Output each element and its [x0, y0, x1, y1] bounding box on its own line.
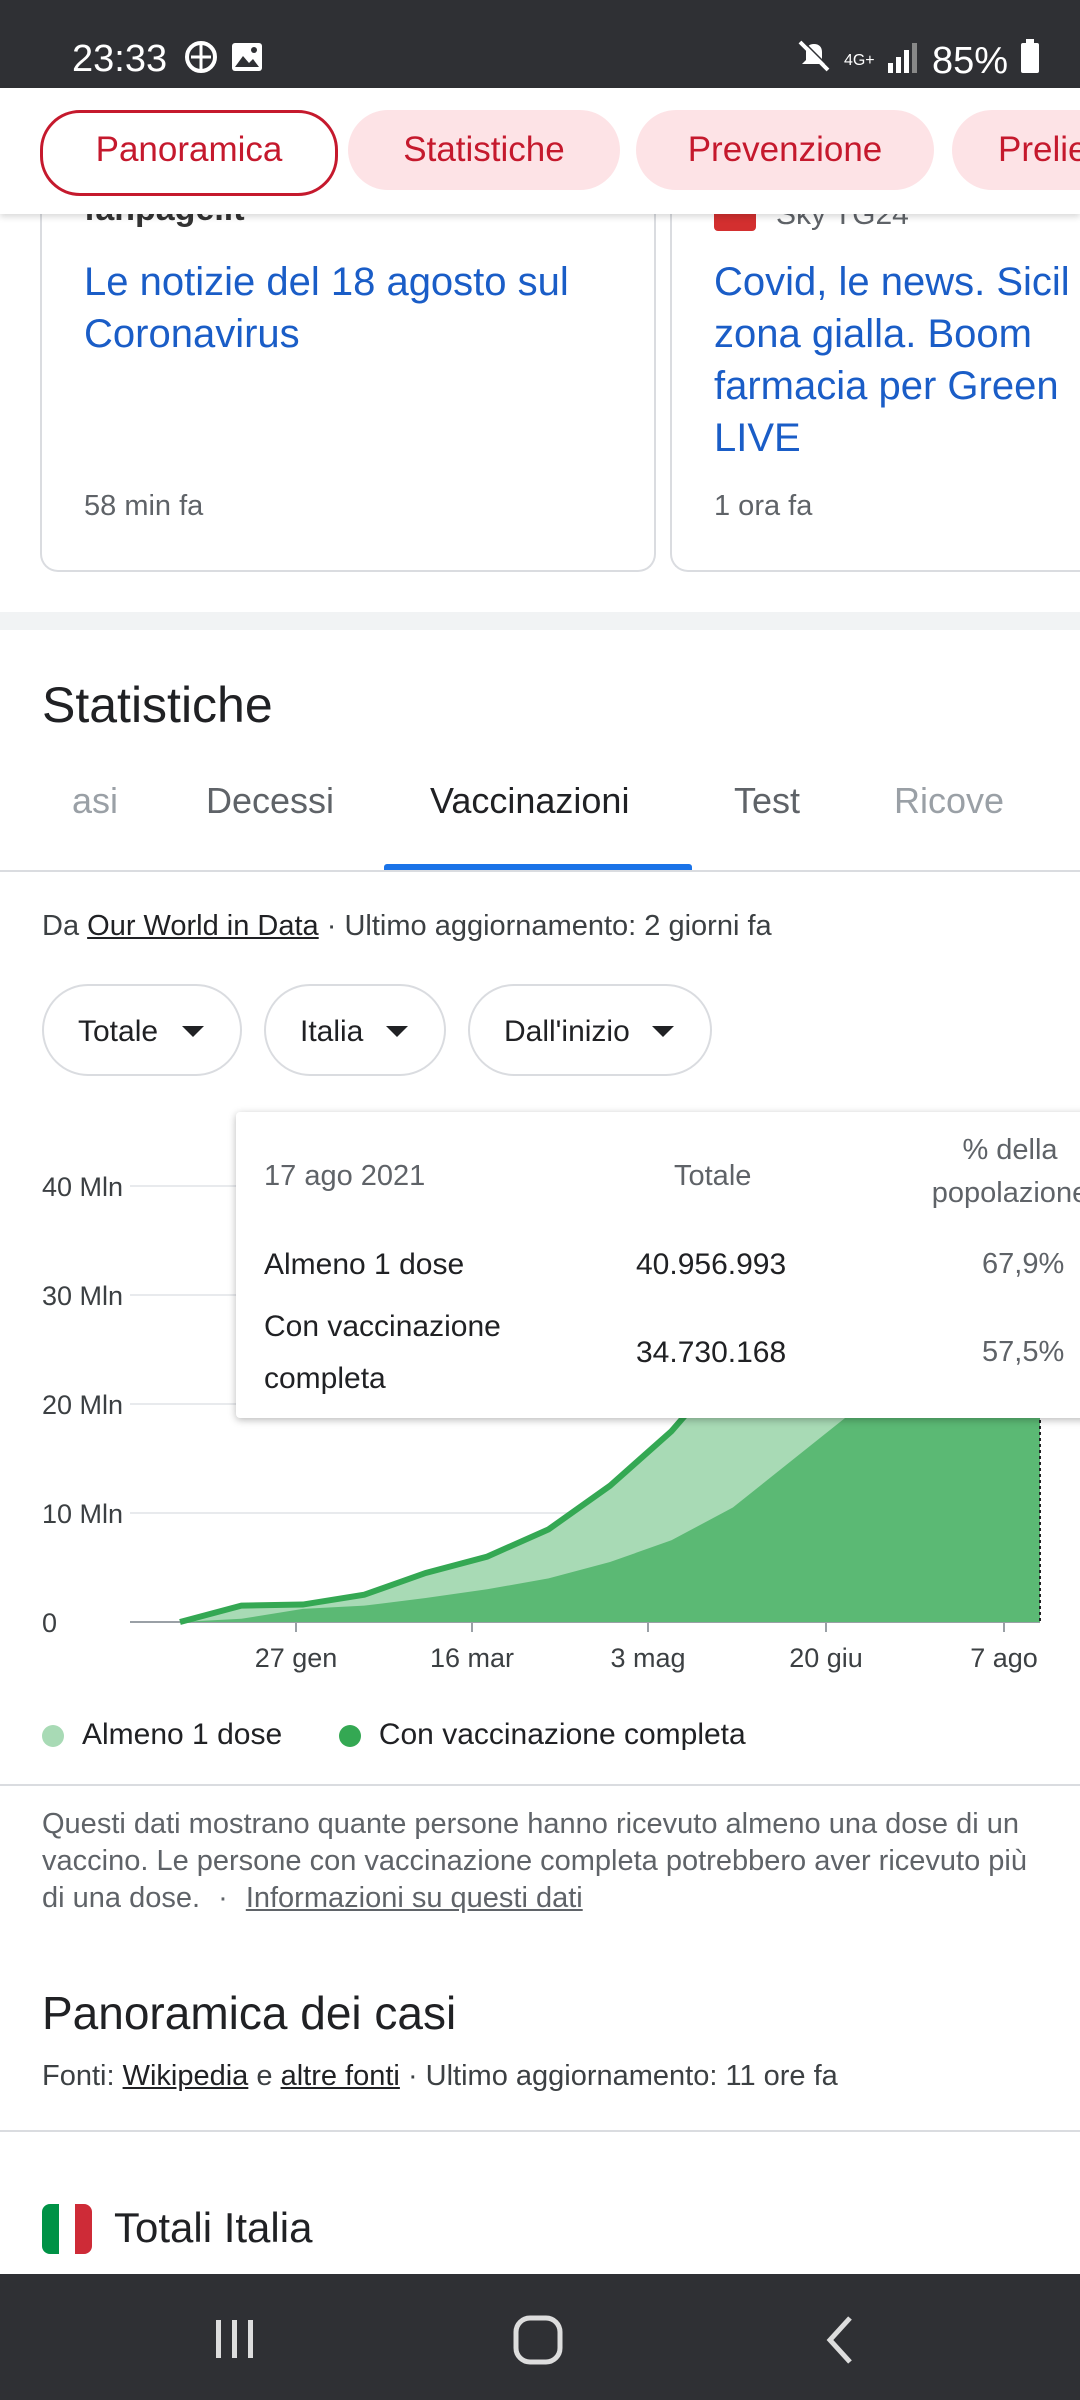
col-pct-line1: % della	[962, 1134, 1058, 1166]
tab-casi[interactable]: asi	[72, 780, 118, 822]
clock: 23:33	[72, 38, 168, 80]
divider	[0, 1784, 1080, 1786]
home-icon[interactable]	[512, 2314, 564, 2371]
chip-panoramica[interactable]: Panoramica	[40, 110, 338, 196]
tab-vaccinazioni[interactable]: Vaccinazioni	[430, 780, 629, 822]
chip-statistiche[interactable]: Statistiche	[348, 110, 620, 190]
row-label: Con vaccinazione	[264, 1310, 501, 1343]
tooltip-date: 17 ago 2021	[264, 1160, 426, 1192]
y-tick-label: 10 Mln	[42, 1499, 123, 1529]
back-icon[interactable]	[822, 2314, 856, 2371]
row-pct: 67,9%	[982, 1248, 1065, 1280]
stats-tabs: asi Decessi Vaccinazioni Test Ricove	[0, 760, 1080, 872]
wikipedia-link[interactable]: Wikipedia	[123, 2060, 249, 2092]
legend-first-dose: Almeno 1 dose	[82, 1718, 283, 1751]
other-sources-link[interactable]: altre fonti	[281, 2060, 400, 2092]
x-tick-label: 3 mag	[610, 1643, 685, 1673]
signal-icon	[886, 40, 920, 83]
chart-legend: Almeno 1 dose Con vaccinazione completa	[42, 1718, 746, 1752]
country-totals-title: Totali Italia	[114, 2204, 313, 2251]
battery-icon	[1020, 39, 1040, 83]
legend-dot-complete	[338, 1725, 361, 1748]
chip-prevenzione[interactable]: Prevenzione	[636, 110, 934, 190]
col-pct-line2: popolazione	[931, 1177, 1080, 1209]
cases-title: Panoramica dei casi	[42, 1987, 457, 2039]
tooltip-col-pct: % della popolazione	[890, 1134, 1080, 1219]
y-tick-label: 20 Mln	[42, 1390, 123, 1420]
dropdown-arrow-icon	[652, 1026, 674, 1037]
y-tick-label: 30 Mln	[42, 1281, 123, 1311]
tooltip-col-total: Totale	[674, 1160, 752, 1192]
recent-apps-icon[interactable]	[212, 2318, 258, 2365]
news-age: 58 min fa	[84, 490, 204, 522]
italy-flag-icon	[42, 2204, 92, 2254]
divider	[0, 2130, 1080, 2132]
x-tick-label: 20 giu	[789, 1643, 863, 1673]
active-tab-indicator	[384, 864, 692, 870]
dropdown-label: Italia	[300, 1015, 364, 1048]
row-label-cont: completa	[264, 1362, 386, 1395]
chip-prelievi[interactable]: Prelie	[952, 110, 1080, 190]
topic-chips: Panoramica Statistiche Prevenzione Preli…	[0, 88, 1080, 214]
x-tick-label: 16 mar	[430, 1643, 514, 1673]
x-tick-label: 7 ago	[970, 1643, 1038, 1673]
row-total: 40.956.993	[636, 1248, 787, 1281]
section-divider	[0, 612, 1080, 630]
status-right: 4G+ 85%	[796, 38, 1040, 84]
tab-test[interactable]: Test	[734, 780, 800, 822]
tab-ricoveri[interactable]: Ricove	[894, 780, 1004, 822]
notification-icons	[184, 40, 264, 79]
dropdown-arrow-icon	[182, 1026, 204, 1037]
metric-dropdown[interactable]: Totale	[42, 984, 242, 1076]
region-dropdown[interactable]: Italia	[264, 984, 446, 1076]
tab-decessi[interactable]: Decessi	[206, 780, 334, 822]
sources-prefix: Fonti:	[42, 2060, 115, 2092]
data-info-link[interactable]: Informazioni su questi dati	[246, 1882, 583, 1914]
period-dropdown[interactable]: Dall'inizio	[468, 984, 712, 1076]
news-card[interactable]: fanpage.it Le notizie del 18 agosto sul …	[40, 170, 656, 572]
mute-icon	[796, 38, 832, 84]
description-sep: ·	[218, 1882, 228, 1914]
y-tick-label: 40 Mln	[42, 1172, 123, 1202]
cases-sources: Fonti: Wikipedia e altre fonti · Ultimo …	[42, 2060, 838, 2093]
source-prefix: Da	[42, 910, 80, 942]
row-pct: 57,5%	[982, 1336, 1065, 1368]
news-age: 1 ora fa	[714, 490, 813, 522]
legend-complete: Con vaccinazione completa	[378, 1718, 746, 1751]
news-headline[interactable]: Covid, le news. Sicil la zona gialla. Bo…	[714, 256, 1080, 464]
sources-and: e	[256, 2060, 273, 2092]
chart-tooltip: 17 ago 2021 Totale % della popolazione A…	[236, 1112, 1080, 1418]
row-label: Almeno 1 dose	[264, 1248, 465, 1281]
dropdown-label: Dall'inizio	[504, 1015, 630, 1048]
cases-updated: · Ultimo aggiornamento: 11 ore fa	[407, 2060, 838, 2092]
row-total: 34.730.168	[636, 1336, 787, 1369]
chart-description: Questi dati mostrano quante persone hann…	[42, 1806, 1042, 1917]
data-source: Da Our World in Data · Ultimo aggiorname…	[42, 910, 772, 943]
battery-level: 85%	[931, 39, 1008, 82]
news-headline[interactable]: Le notizie del 18 agosto sul Coronavirus	[84, 256, 654, 360]
legend-dot-first-dose	[42, 1725, 64, 1748]
x-tick-label: 27 gen	[255, 1643, 338, 1673]
dropdown-label: Totale	[78, 1015, 159, 1048]
y-tick-label: 0	[42, 1608, 57, 1638]
source-link[interactable]: Our World in Data	[87, 910, 319, 942]
status-bar: 23:33 4G+ 85%	[0, 0, 1080, 88]
news-card[interactable]: Sky TG24 Covid, le news. Sicil la zona g…	[670, 170, 1080, 572]
system-nav-bar	[0, 2274, 1080, 2400]
section-title: Statistiche	[42, 677, 273, 733]
network-type: 4G+	[843, 52, 875, 69]
dropdown-arrow-icon	[386, 1026, 408, 1037]
last-update: · Ultimo aggiornamento: 2 giorni fa	[326, 910, 772, 942]
